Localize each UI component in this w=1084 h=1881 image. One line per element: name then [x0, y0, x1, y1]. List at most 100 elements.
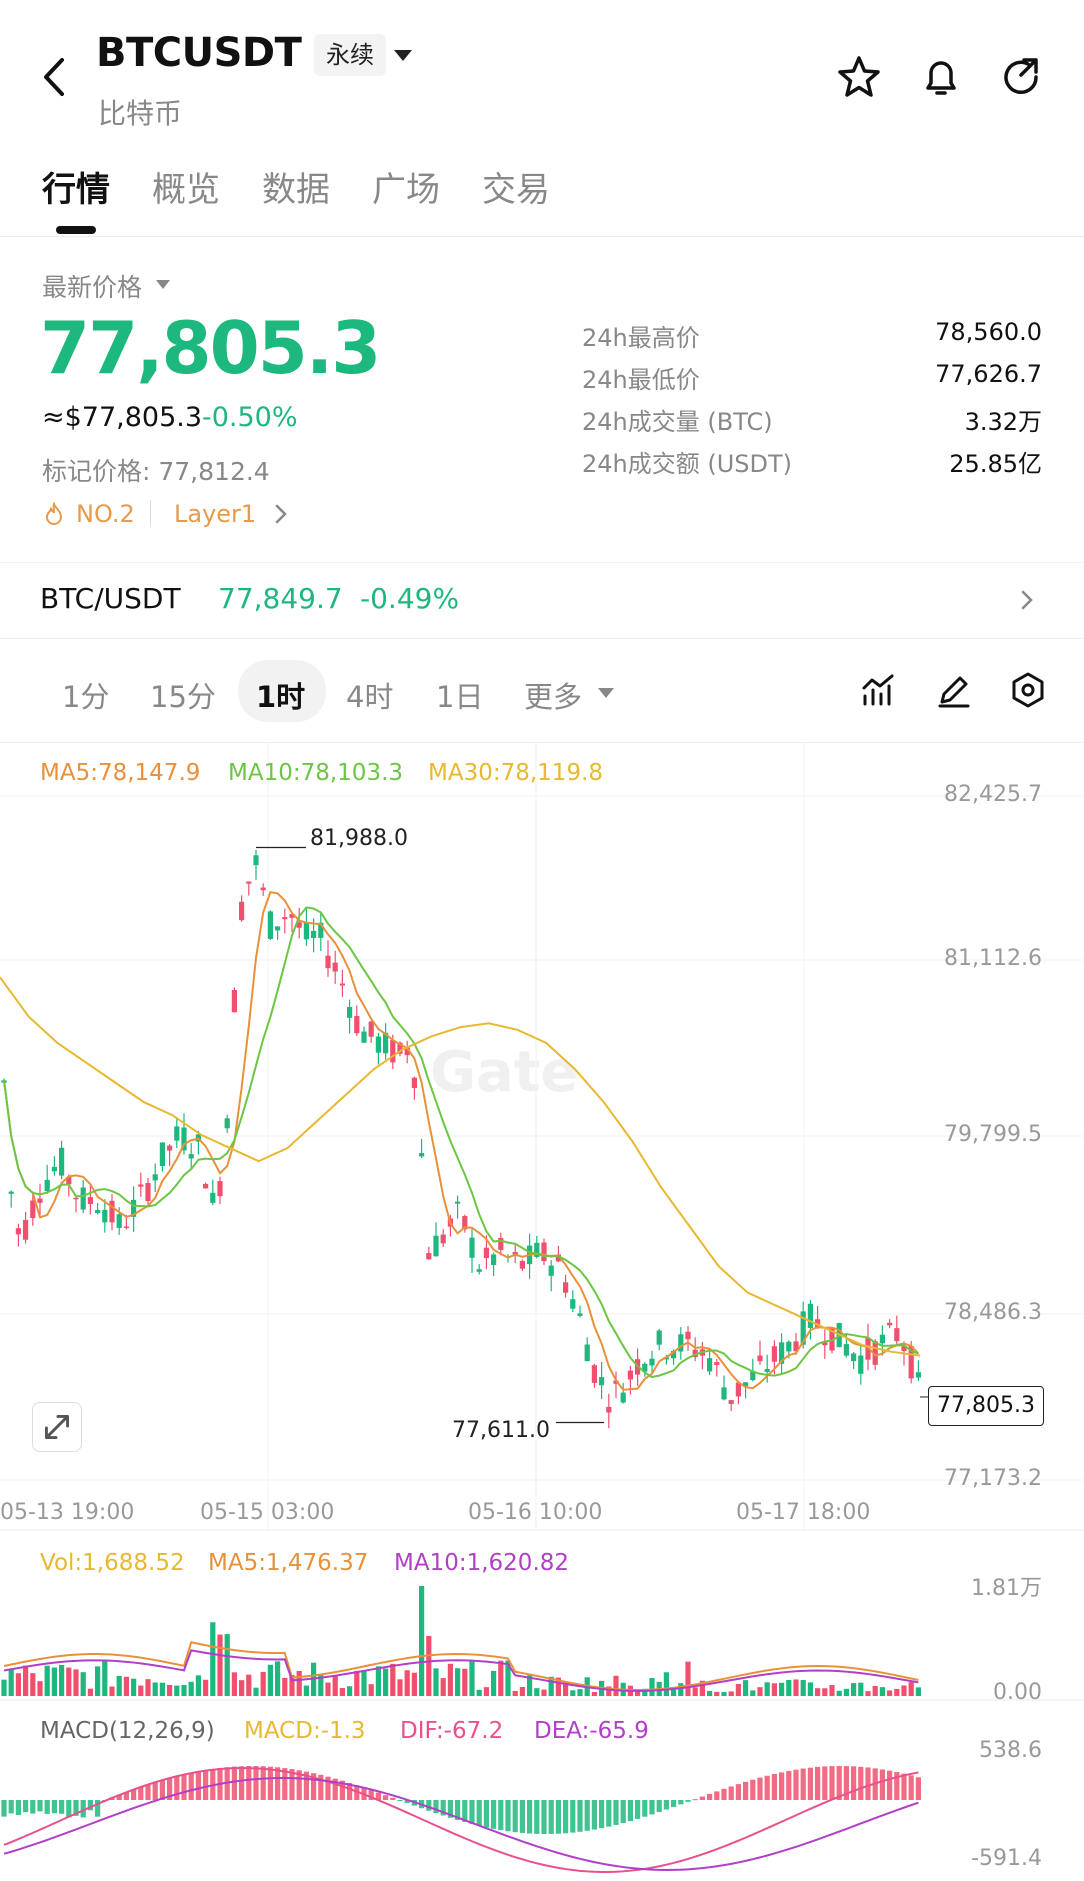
candle-body — [246, 881, 252, 884]
macd-title: MACD(12,26,9) — [40, 1718, 215, 1744]
volume-bar — [37, 1681, 43, 1696]
volume-bar — [8, 1668, 14, 1696]
volume-bar — [260, 1671, 266, 1696]
volume-bar — [303, 1685, 309, 1696]
macd-bar — [476, 1800, 482, 1826]
candle-body — [548, 1265, 554, 1276]
macd-bar — [426, 1800, 432, 1811]
volume-bar — [440, 1678, 446, 1696]
candle-body — [656, 1330, 662, 1345]
candle-body — [620, 1392, 626, 1403]
volume-bar — [296, 1671, 302, 1696]
volume-bar — [865, 1691, 871, 1696]
macd-bar — [678, 1800, 684, 1805]
candle-body — [426, 1253, 432, 1260]
candle-body — [303, 921, 309, 940]
candle-body — [339, 983, 345, 986]
volume-bar — [807, 1682, 813, 1696]
volume-bar — [51, 1667, 57, 1696]
volume-bar — [894, 1688, 900, 1696]
macd-bar — [397, 1800, 403, 1801]
volume-bar — [476, 1689, 482, 1696]
volume-bar — [138, 1685, 144, 1696]
macd-bar — [505, 1800, 511, 1832]
macd-bar — [527, 1800, 533, 1834]
ma30-line — [0, 976, 921, 1357]
volume-bar — [347, 1686, 353, 1696]
volume-bar — [383, 1668, 389, 1696]
candle-body — [519, 1260, 525, 1269]
volume-bar — [822, 1688, 828, 1696]
volume-bar — [678, 1683, 684, 1696]
candle-body — [894, 1328, 900, 1342]
macd-axis-tick: 538.6 — [979, 1738, 1042, 1763]
candle-body — [858, 1355, 864, 1374]
y-tick: 78,486.3 — [944, 1300, 1042, 1325]
volume-bar — [534, 1688, 540, 1696]
macd-bar — [627, 1800, 633, 1822]
candle-body — [95, 1210, 101, 1214]
volume-bar — [145, 1679, 151, 1696]
volume-bar — [498, 1660, 504, 1696]
ma10-label: MA10:78,103.3 — [228, 760, 404, 786]
candle-body — [123, 1226, 129, 1229]
macd-bar — [743, 1781, 749, 1800]
candle-body — [786, 1341, 792, 1352]
candle-body — [332, 962, 338, 972]
macd-bar — [491, 1800, 497, 1829]
volume-bar — [671, 1689, 677, 1696]
volume-bar — [275, 1661, 281, 1696]
volume-bar — [570, 1690, 576, 1696]
candle-body — [541, 1242, 547, 1262]
macd-bar — [239, 1766, 245, 1800]
candle-body — [455, 1201, 461, 1204]
macd-bar — [145, 1784, 151, 1800]
candle-body — [390, 1040, 396, 1063]
candlestick-chart[interactable] — [0, 0, 1084, 1881]
candle-body — [260, 887, 266, 891]
volume-bar — [433, 1668, 439, 1696]
volume-bar — [512, 1690, 518, 1696]
candle-body — [627, 1370, 633, 1380]
volume-bar — [743, 1680, 749, 1696]
candle-body — [188, 1154, 194, 1159]
macd-bar — [44, 1800, 50, 1814]
candle-body — [109, 1200, 115, 1223]
macd-bar — [721, 1788, 727, 1800]
candle-body — [80, 1187, 86, 1210]
volume-bar — [491, 1670, 497, 1696]
volume-bar — [800, 1679, 806, 1696]
volume-bar — [66, 1667, 72, 1696]
volume-bar — [519, 1686, 525, 1696]
macd-bar — [1, 1800, 7, 1817]
volume-bar — [195, 1675, 201, 1696]
candle-body — [714, 1362, 720, 1366]
macd-bar — [584, 1800, 590, 1831]
volume-bar — [361, 1670, 367, 1696]
volume-bar — [735, 1684, 741, 1696]
volume-bar — [224, 1634, 230, 1696]
candle-body — [483, 1247, 489, 1259]
y-tick: 77,173.2 — [944, 1466, 1042, 1491]
candle-body — [59, 1147, 65, 1176]
volume-bar — [447, 1663, 453, 1696]
candle-body — [152, 1174, 158, 1181]
candle-body — [584, 1344, 590, 1362]
macd-bar — [613, 1800, 619, 1825]
dea-value: DEA:-65.9 — [534, 1718, 649, 1744]
macd-bar — [15, 1800, 21, 1815]
volume-bar — [404, 1670, 410, 1696]
vol-label: Vol:1,688.52 — [40, 1550, 185, 1576]
ma30-label: MA30:78,119.8 — [428, 760, 604, 786]
candle-body — [419, 1153, 425, 1157]
macd-bar — [152, 1782, 158, 1800]
candle-body — [685, 1331, 691, 1340]
volume-bar — [368, 1684, 374, 1696]
candle-body — [145, 1182, 151, 1202]
macd-bar — [757, 1777, 763, 1800]
expand-icon[interactable] — [32, 1402, 82, 1452]
volume-bar — [786, 1679, 792, 1696]
macd-bar — [512, 1800, 518, 1833]
candle-body — [217, 1181, 223, 1197]
volume-bar — [483, 1687, 489, 1696]
